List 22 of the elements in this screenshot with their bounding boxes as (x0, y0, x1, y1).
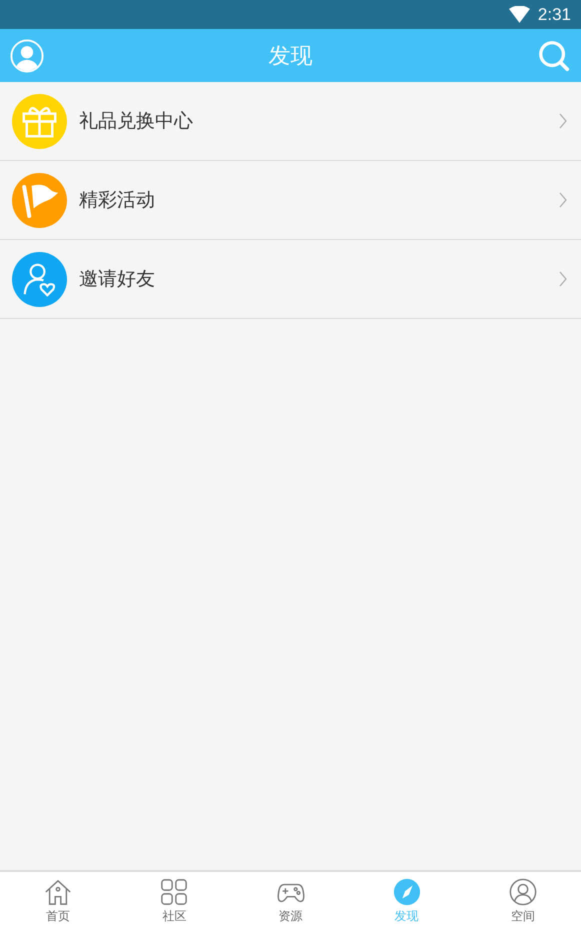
chevron-icon (559, 113, 567, 129)
nav-tab[interactable]: 空间 (464, 872, 581, 930)
user-icon (508, 878, 537, 906)
menu-item-label: 礼品兑换中心 (79, 109, 194, 134)
chevron-icon (559, 271, 567, 287)
nav-tab[interactable]: 资源 (232, 872, 349, 930)
nav-tab[interactable]: 社区 (116, 872, 232, 930)
search-icon[interactable] (537, 38, 571, 72)
menu-item-label: 邀请好友 (79, 267, 156, 292)
menu-item-label: 精彩活动 (79, 188, 156, 213)
menu-item[interactable]: 精彩活动 (0, 161, 581, 240)
page-title: 发现 (268, 42, 312, 70)
menu-item[interactable]: 礼品兑换中心 (0, 82, 581, 161)
clock-time: 2:31 (538, 4, 571, 24)
grid-icon (160, 878, 188, 906)
chevron-icon (559, 192, 567, 208)
menu-item[interactable]: 邀请好友 (0, 240, 581, 319)
compass-icon (392, 878, 421, 906)
nav-tab[interactable]: 首页 (0, 872, 116, 930)
wifi-icon (508, 6, 530, 24)
avatar-icon[interactable] (10, 38, 44, 72)
home-icon (44, 878, 72, 906)
